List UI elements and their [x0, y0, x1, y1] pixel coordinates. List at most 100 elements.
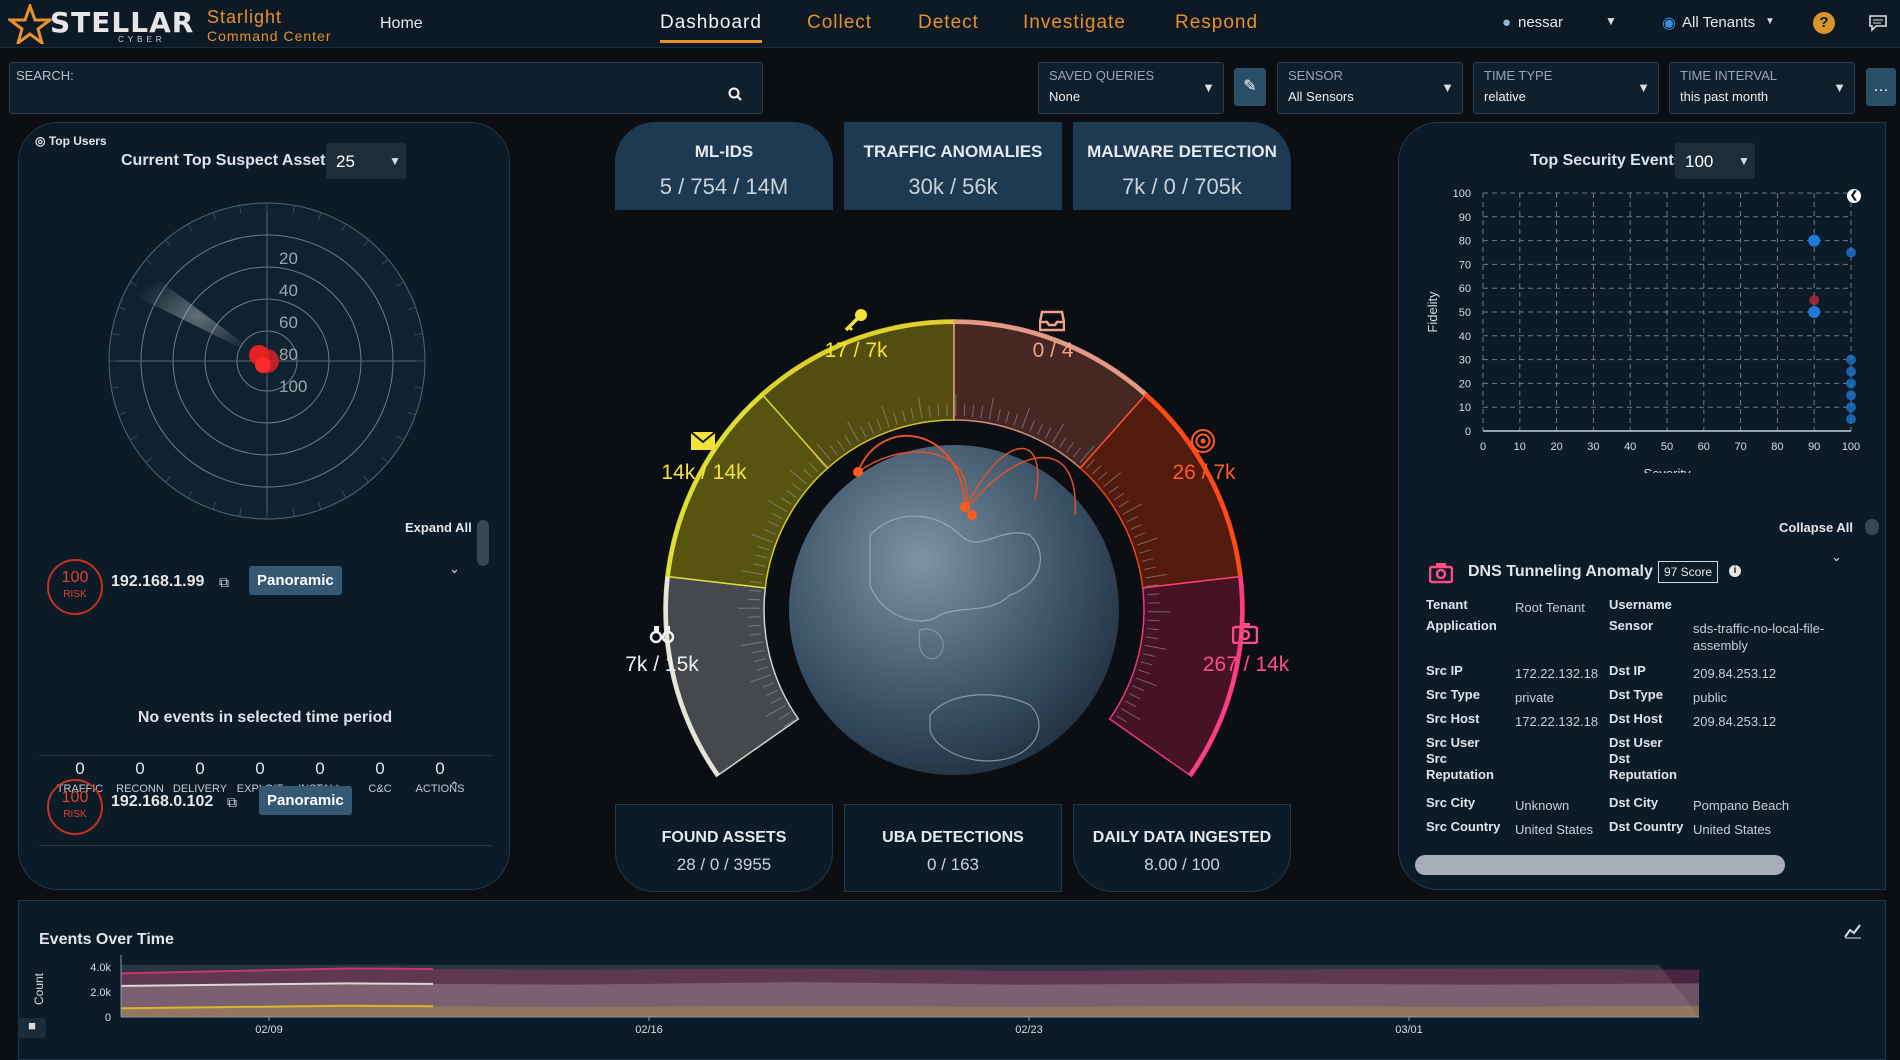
- event-point[interactable]: [1809, 295, 1819, 305]
- segment-actions-label[interactable]: 267 / 14k: [1176, 653, 1316, 677]
- tenant-selector[interactable]: All Tenants: [1682, 14, 1755, 31]
- card-value: 28 / 0 / 3955: [616, 855, 832, 875]
- collapse-all-link[interactable]: Collapse All: [1779, 520, 1853, 535]
- time-type-label: TIME TYPE: [1484, 68, 1552, 83]
- asset-count-select[interactable]: 25 ▼: [326, 143, 406, 179]
- y-tick-label: 40: [1459, 331, 1471, 343]
- y-tick-label: 0: [105, 1012, 111, 1024]
- briefcase-icon[interactable]: ■: [18, 1018, 46, 1038]
- panoramic-button[interactable]: Panoramic: [259, 786, 352, 815]
- top-users-link[interactable]: ◎ Top Users: [35, 134, 107, 148]
- malware-detection-card[interactable]: MALWARE DETECTION 7k / 0 / 705k: [1073, 122, 1291, 210]
- segment-install-label[interactable]: 0 / 4: [983, 339, 1123, 363]
- event-point[interactable]: [1846, 390, 1856, 400]
- more-options-button[interactable]: …: [1866, 68, 1896, 106]
- field-value: sds-traffic-no-local-file-assembly: [1693, 620, 1853, 654]
- field-label: Username: [1609, 597, 1689, 613]
- line-chart-icon[interactable]: [1844, 923, 1862, 939]
- area-series: [121, 1006, 1699, 1017]
- x-tick-label: 80: [1771, 441, 1783, 453]
- gauge-tick: [1148, 620, 1160, 621]
- field-value: Pompano Beach: [1693, 797, 1853, 814]
- time-type-select[interactable]: TIME TYPE relative ▼: [1473, 62, 1659, 114]
- copy-icon[interactable]: ⧉: [219, 574, 229, 591]
- event-count-select[interactable]: 100 ▼: [1675, 143, 1755, 179]
- field-label: Src Country: [1426, 819, 1506, 835]
- search-field[interactable]: SEARCH:: [9, 62, 763, 114]
- field-label: Src Host: [1426, 711, 1506, 727]
- info-icon[interactable]: i: [1729, 565, 1741, 577]
- nav-home[interactable]: Home: [380, 15, 423, 33]
- segment-delivery-label[interactable]: 14k / 14k: [634, 461, 774, 485]
- user-menu[interactable]: nessar: [1518, 14, 1563, 31]
- attack-source-point[interactable]: [853, 467, 863, 477]
- field-label: Dst Country: [1609, 819, 1689, 835]
- events-over-time-panel: Events Over Time 02.0k4.0kCount02/0902/1…: [18, 900, 1886, 1060]
- field-label: Dst Host: [1609, 711, 1689, 727]
- tab-collect[interactable]: Collect: [807, 12, 872, 34]
- time-interval-label: TIME INTERVAL: [1680, 68, 1777, 83]
- event-point[interactable]: [1846, 248, 1856, 258]
- top-suspect-assets-panel: ◎ Top Users Current Top Suspect Assets 2…: [18, 122, 510, 890]
- expand-all-link[interactable]: Expand All: [405, 520, 472, 535]
- event-point[interactable]: [1846, 378, 1856, 388]
- event-point[interactable]: [1846, 367, 1856, 377]
- daily-data-ingested-card[interactable]: DAILY DATA INGESTED 8.00 / 100: [1073, 804, 1291, 892]
- tab-respond[interactable]: Respond: [1175, 12, 1258, 34]
- scrollbar-thumb[interactable]: [477, 520, 489, 566]
- card-title: MALWARE DETECTION: [1073, 142, 1291, 162]
- field-value: 209.84.253.12: [1693, 665, 1853, 682]
- copy-icon[interactable]: ⧉: [227, 794, 237, 811]
- chevron-down-icon[interactable]: ⌄: [449, 561, 460, 577]
- time-type-value: relative: [1484, 89, 1526, 104]
- time-interval-select[interactable]: TIME INTERVAL this past month ▼: [1669, 62, 1855, 114]
- card-title: TRAFFIC ANOMALIES: [844, 142, 1062, 162]
- user-dropdown-icon[interactable]: ▼: [1605, 14, 1617, 28]
- y-axis-label: Count: [32, 972, 46, 1005]
- attack-target-point[interactable]: [967, 510, 977, 520]
- risk-score: 100: [49, 569, 101, 587]
- segment-recon-label[interactable]: 7k / 15k: [592, 653, 732, 677]
- event-point[interactable]: [1846, 355, 1856, 365]
- panoramic-button[interactable]: Panoramic: [249, 566, 342, 595]
- chat-icon[interactable]: [1868, 14, 1888, 32]
- found-assets-card[interactable]: FOUND ASSETS 28 / 0 / 3955: [615, 804, 833, 892]
- saved-queries-select[interactable]: SAVED QUERIES None ▼: [1038, 62, 1224, 114]
- y-tick-label: 90: [1459, 212, 1471, 224]
- field-label: Sensor: [1609, 618, 1689, 634]
- tab-detect[interactable]: Detect: [918, 12, 979, 34]
- ml-ids-card[interactable]: ML-IDS 5 / 754 / 14M: [615, 122, 833, 210]
- uba-detections-card[interactable]: UBA DETECTIONS 0 / 163: [844, 804, 1062, 892]
- toggle-knob[interactable]: [1865, 519, 1879, 535]
- tab-investigate[interactable]: Investigate: [1023, 12, 1126, 34]
- tenant-dropdown-icon[interactable]: ▼: [1765, 16, 1775, 27]
- x-tick-label: 02/16: [635, 1024, 663, 1036]
- saved-queries-value: None: [1049, 89, 1080, 104]
- horizontal-scrollbar[interactable]: [1415, 855, 1785, 875]
- x-tick-label: 0: [1480, 441, 1486, 453]
- event-point[interactable]: [1846, 414, 1856, 424]
- x-tick-label: 02/23: [1015, 1024, 1043, 1036]
- segment-exploit-label[interactable]: 17 / 7k: [786, 339, 926, 363]
- sensor-select[interactable]: SENSOR All Sensors ▼: [1277, 62, 1463, 114]
- event-title: DNS Tunneling Anomaly: [1468, 563, 1653, 581]
- help-icon[interactable]: ?: [1813, 12, 1835, 34]
- event-point[interactable]: [1846, 402, 1856, 412]
- event-point[interactable]: [1808, 306, 1820, 318]
- search-icon[interactable]: [728, 87, 742, 101]
- card-value: 8.00 / 100: [1074, 855, 1290, 875]
- asset-risk-point[interactable]: [255, 357, 271, 373]
- back-icon[interactable]: ❮: [1847, 189, 1861, 203]
- radar-ring-label: 100: [279, 377, 307, 396]
- chevron-down-icon[interactable]: ⌄: [1831, 549, 1842, 565]
- chevron-up-icon[interactable]: ⌃: [449, 779, 460, 795]
- field-label: Dst User: [1609, 735, 1689, 751]
- edit-query-button[interactable]: ✎: [1234, 68, 1266, 106]
- y-tick-label: 80: [1459, 236, 1471, 248]
- event-point[interactable]: [1808, 235, 1820, 247]
- tab-dashboard[interactable]: Dashboard: [660, 12, 762, 43]
- segment-cnc-label[interactable]: 26 / 7k: [1134, 461, 1274, 485]
- traffic-anomalies-card[interactable]: TRAFFIC ANOMALIES 30k / 56k: [844, 122, 1062, 210]
- x-tick-label: 30: [1587, 441, 1599, 453]
- attack-target-point[interactable]: [960, 502, 970, 512]
